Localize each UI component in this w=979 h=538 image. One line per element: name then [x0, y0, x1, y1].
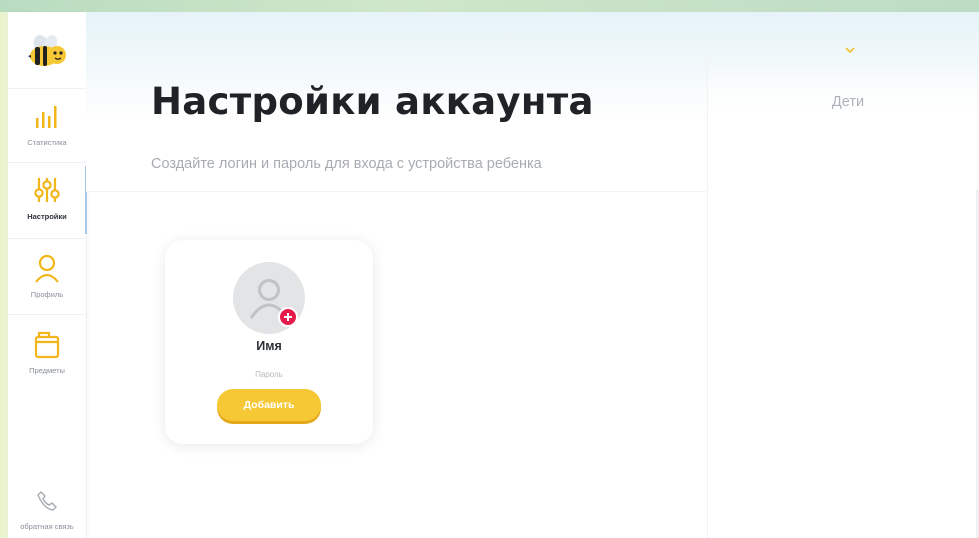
sidebar-item-profile[interactable]: Профиль — [8, 242, 86, 314]
add-child-button[interactable]: Добавить — [217, 389, 321, 421]
top-band — [0, 0, 979, 12]
sidebar-item-label: Настройки — [27, 212, 67, 221]
nav-divider — [8, 238, 86, 239]
kids-panel — [707, 60, 979, 538]
kids-panel-title: Дети — [831, 94, 865, 110]
nav-divider — [8, 162, 86, 163]
bar-chart-icon — [33, 100, 61, 132]
sidebar-item-label: Статистика — [27, 138, 67, 147]
sidebar-item-statistics[interactable]: Статистика — [8, 90, 86, 162]
chevron-down-icon[interactable] — [843, 40, 857, 54]
child-card: Добавить — [165, 240, 373, 444]
sidebar-item-subjects[interactable]: Предметы — [8, 318, 86, 390]
folder-icon — [33, 328, 61, 360]
sidebar-item-settings[interactable]: Настройки — [8, 164, 87, 236]
page-title: Настройки аккаунта — [151, 80, 594, 123]
page-subtitle: Создайте логин и пароль для входа с устр… — [151, 156, 542, 172]
feedback-link[interactable]: обратная связь — [8, 490, 86, 536]
sidebar-item-label: Предметы — [29, 366, 65, 375]
password-input[interactable] — [205, 367, 333, 381]
sliders-icon — [33, 174, 61, 206]
nav-divider — [8, 88, 86, 89]
nav-divider — [8, 314, 86, 315]
person-icon — [33, 252, 61, 284]
feedback-label: обратная связь — [20, 522, 74, 531]
header-divider — [86, 191, 706, 192]
add-photo-icon[interactable] — [278, 307, 298, 327]
sidebar-item-label: Профиль — [30, 290, 64, 299]
phone-icon — [36, 490, 58, 512]
bee-logo[interactable] — [24, 32, 70, 72]
sidebar: Статистика Настройки Профиль Предметы об… — [8, 12, 87, 538]
name-input[interactable] — [205, 336, 333, 356]
